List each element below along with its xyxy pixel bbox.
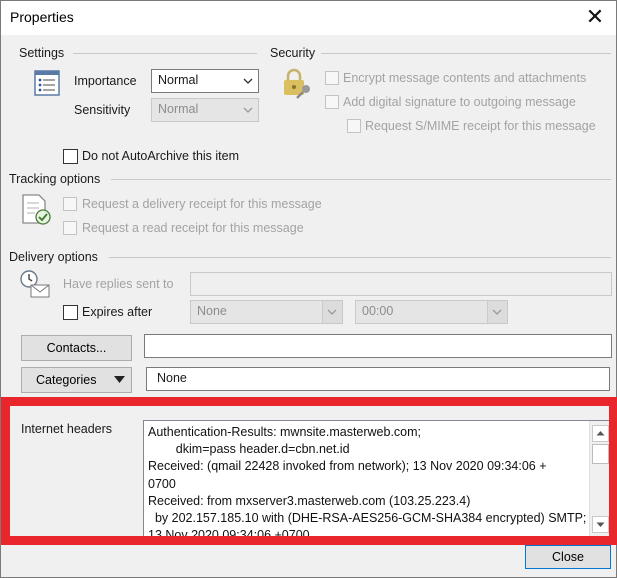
scroll-down-button[interactable] xyxy=(592,516,609,533)
do-not-autoarchive-label: Do not AutoArchive this item xyxy=(82,149,240,163)
do-not-autoarchive-checkbox[interactable] xyxy=(63,149,78,164)
delivery-receipt-label: Request a delivery receipt for this mess… xyxy=(82,197,322,211)
expires-date-value: None xyxy=(197,304,227,318)
categories-button-label: Categories xyxy=(36,373,97,387)
arrow-down-icon xyxy=(596,522,605,527)
digital-signature-checkbox[interactable] xyxy=(325,95,339,109)
smime-receipt-checkbox[interactable] xyxy=(347,119,361,133)
read-receipt-label: Request a read receipt for this message xyxy=(82,221,304,235)
importance-select[interactable]: Normal xyxy=(151,69,259,93)
headers-scrollbar[interactable] xyxy=(589,421,611,537)
categories-button[interactable]: Categories xyxy=(21,367,132,393)
chevron-down-icon xyxy=(327,309,337,315)
contacts-input[interactable] xyxy=(144,334,612,358)
delivery-heading: Delivery options xyxy=(9,250,98,264)
digital-signature-label: Add digital signature to outgoing messag… xyxy=(343,95,576,109)
sensitivity-value: Normal xyxy=(158,102,199,116)
close-window-icon[interactable]: ✕ xyxy=(582,5,608,31)
caret-down-icon xyxy=(114,376,125,383)
lock-key-icon xyxy=(281,67,315,101)
tracking-checklist-icon xyxy=(19,193,53,227)
scroll-up-button[interactable] xyxy=(592,425,609,442)
title-bar: Properties ✕ xyxy=(1,1,616,35)
properties-dialog: Properties ✕ Settings Importance Normal … xyxy=(0,0,617,578)
sensitivity-label: Sensitivity xyxy=(74,103,131,117)
importance-label: Importance xyxy=(74,74,137,88)
chevron-down-icon xyxy=(243,78,253,84)
chevron-down-icon xyxy=(243,107,253,113)
dialog-title: Properties xyxy=(10,9,74,25)
expires-date-select[interactable]: None xyxy=(190,300,343,324)
delivery-divider xyxy=(109,257,611,258)
sensitivity-select[interactable]: Normal xyxy=(151,98,259,122)
settings-heading: Settings xyxy=(19,46,65,60)
chevron-down-icon xyxy=(492,309,502,315)
categories-input[interactable]: None xyxy=(146,367,610,391)
expires-after-label: Expires after xyxy=(82,305,153,319)
arrow-up-icon xyxy=(596,431,605,436)
encrypt-label: Encrypt message contents and attachments xyxy=(343,71,587,85)
close-button[interactable]: Close xyxy=(525,545,611,569)
internet-headers-textbox[interactable]: Authentication-Results: mwnsite.masterwe… xyxy=(143,420,612,538)
smime-receipt-label: Request S/MIME receipt for this message xyxy=(365,119,596,133)
expires-time-value: 00:00 xyxy=(362,304,394,318)
importance-value: Normal xyxy=(158,73,199,87)
tracking-divider xyxy=(111,179,611,180)
delivery-receipt-checkbox[interactable] xyxy=(63,197,77,211)
security-divider xyxy=(321,53,611,54)
encrypt-checkbox[interactable] xyxy=(325,71,339,85)
tracking-heading: Tracking options xyxy=(9,172,101,186)
internet-headers-label: Internet headers xyxy=(21,422,113,436)
contacts-button[interactable]: Contacts... xyxy=(21,335,132,361)
replies-input[interactable] xyxy=(190,272,612,296)
internet-headers-text: Authentication-Results: mwnsite.masterwe… xyxy=(148,425,587,538)
delivery-clock-icon xyxy=(19,269,53,301)
settings-divider xyxy=(73,53,257,54)
security-heading: Security xyxy=(270,46,316,60)
scroll-thumb[interactable] xyxy=(592,444,609,464)
replies-label: Have replies sent to xyxy=(63,277,174,291)
expires-after-checkbox[interactable] xyxy=(63,305,78,320)
read-receipt-checkbox[interactable] xyxy=(63,221,77,235)
settings-list-icon xyxy=(33,69,61,97)
expires-time-select[interactable]: 00:00 xyxy=(355,300,508,324)
